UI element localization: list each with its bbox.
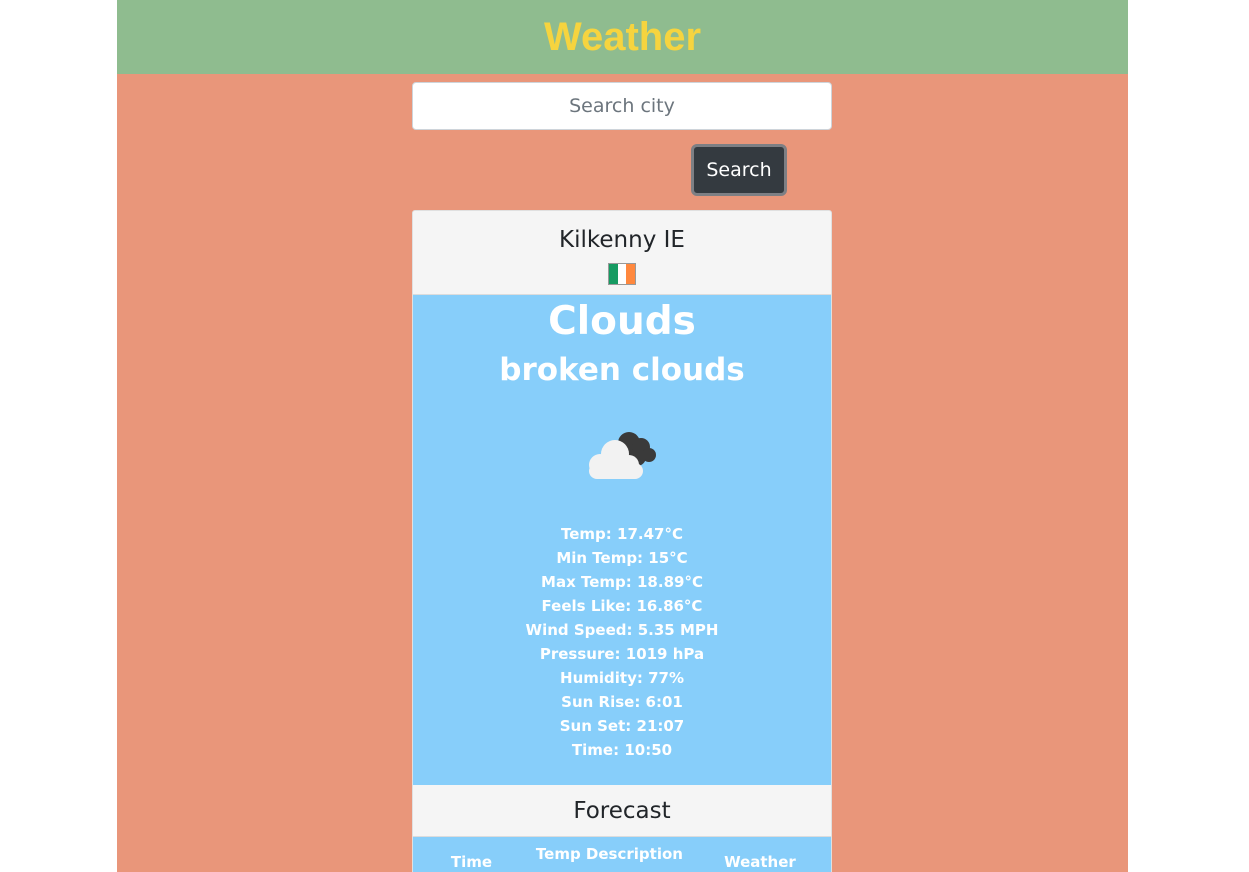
max-temp-value: Max Temp: 18.89°C [541, 573, 703, 591]
current-weather: Clouds broken clouds Temp: 17.47°C Min T… [413, 295, 831, 785]
weather-description: broken clouds [499, 352, 745, 388]
sunrise-value: Sun Rise: 6:01 [561, 693, 683, 711]
app-container: Weather Search Kilkenny IE Clouds broken… [117, 0, 1128, 872]
column-header-weather: Weather [724, 853, 796, 871]
min-temp-value: Min Temp: 15°C [556, 549, 688, 567]
column-header-temp-description: Temp Description [535, 845, 683, 863]
page-title: Weather [543, 15, 702, 59]
navbar: Weather [117, 0, 1128, 74]
humidity-value: Humidity: 77% [560, 669, 684, 687]
feels-like-value: Feels Like: 16.86°C [541, 597, 703, 615]
search-button[interactable]: Search [691, 144, 787, 196]
weather-main: Clouds [548, 299, 696, 344]
location-header: Kilkenny IE [413, 211, 831, 295]
forecast-title: Forecast [413, 785, 831, 837]
time-value: Time: 10:50 [571, 741, 673, 759]
forecast-header-row: Time Temp Description Weather [413, 837, 831, 872]
city-name: Kilkenny IE [559, 227, 685, 253]
wind-speed-value: Wind Speed: 5.35 MPH [525, 621, 719, 639]
column-header-time: Time [450, 853, 493, 871]
pressure-value: Pressure: 1019 hPa [539, 645, 705, 663]
forecast-table: Time Temp Description Weather [413, 837, 831, 872]
ireland-flag-icon [608, 263, 636, 285]
broken-clouds-icon [589, 432, 656, 479]
sunset-value: Sun Set: 21:07 [559, 717, 685, 735]
weather-card: Kilkenny IE Clouds broken clouds Temp: 1… [412, 210, 832, 872]
temp-value: Temp: 17.47°C [561, 525, 683, 543]
search-input[interactable] [412, 82, 832, 130]
weather-details: Temp: 17.47°C Min Temp: 15°C Max Temp: 1… [413, 522, 831, 762]
